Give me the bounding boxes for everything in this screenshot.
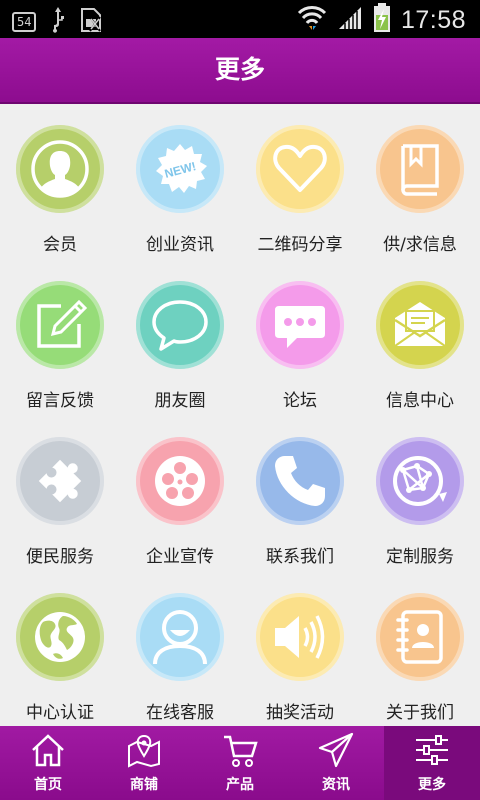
nav-item-more[interactable]: 更多 — [384, 726, 480, 800]
icon-circle — [256, 437, 344, 525]
grid-item-label: 企业宣传 — [146, 547, 214, 567]
grid-item-feedback[interactable]: 留言反馈 — [0, 260, 120, 416]
nav-label: 更多 — [418, 777, 446, 793]
nav-item-home[interactable]: 首页 — [0, 726, 96, 800]
grid-item-label: 关于我们 — [386, 703, 454, 723]
grid-item-info-center[interactable]: 信息中心 — [360, 260, 480, 416]
nav-item-products[interactable]: 产品 — [192, 726, 288, 800]
grid-item-label: 在线客服 — [146, 703, 214, 723]
notification-badge: 54 — [12, 12, 37, 32]
globe-network-icon — [393, 456, 447, 506]
grid-item-forum[interactable]: 论坛 — [240, 260, 360, 416]
grid-item-member[interactable]: 会员 — [0, 104, 120, 260]
icon-circle: NEW! — [136, 125, 224, 213]
status-bar: 54 17:58 — [0, 0, 480, 38]
icon-circle — [256, 281, 344, 369]
icon-circle — [376, 281, 464, 369]
app-header: 更多 — [0, 38, 480, 104]
grid-item-online-support[interactable]: 在线客服 — [120, 572, 240, 728]
icon-circle — [16, 593, 104, 681]
grid-item-label: 二维码分享 — [257, 235, 343, 255]
cart-icon — [224, 735, 258, 767]
phone-icon — [275, 456, 325, 506]
icon-circle — [376, 593, 464, 681]
usb-icon — [50, 7, 66, 37]
icon-circle — [16, 281, 104, 369]
grid-item-custom-service[interactable]: 定制服务 — [360, 416, 480, 572]
speaker-icon — [275, 615, 325, 659]
icon-circle — [256, 593, 344, 681]
sliders-icon — [416, 735, 448, 765]
envelope-icon — [394, 302, 446, 347]
chat-bubble-icon — [152, 300, 208, 351]
contacts-book-icon — [396, 610, 443, 664]
grid-item-certification[interactable]: 中心认证 — [0, 572, 120, 728]
grid-item-qr-share[interactable]: 二维码分享 — [240, 104, 360, 260]
sim-icon — [80, 7, 102, 37]
grid-item-label: 创业资讯 — [146, 235, 214, 255]
puzzle-icon — [38, 459, 82, 503]
grid-item-label: 中心认证 — [26, 703, 94, 723]
battery-charging-icon — [373, 3, 391, 37]
grid-item-contact-us[interactable]: 联系我们 — [240, 416, 360, 572]
edit-icon — [37, 299, 88, 348]
grid-item-about-us[interactable]: 关于我们 — [360, 572, 480, 728]
grid-item-label: 联系我们 — [266, 547, 334, 567]
clock: 17:58 — [400, 5, 466, 34]
nav-label: 产品 — [226, 777, 254, 793]
heart-icon — [273, 144, 327, 192]
grid-item-supply-demand[interactable]: 供/求信息 — [360, 104, 480, 260]
feature-grid: 会员 NEW! 创业资讯 二维码分享 供/求信息 留言反馈 朋友圈 论坛 信息中… — [0, 104, 480, 726]
signal-icon — [337, 5, 363, 35]
grid-item-label: 便民服务 — [26, 547, 94, 567]
nav-label: 资讯 — [322, 777, 350, 793]
grid-item-label: 抽奖活动 — [266, 703, 334, 723]
icon-circle — [136, 593, 224, 681]
grid-item-promotion[interactable]: 企业宣传 — [120, 416, 240, 572]
grid-item-label: 信息中心 — [386, 391, 454, 411]
new-badge-icon: NEW! — [156, 144, 207, 193]
icon-circle — [136, 281, 224, 369]
grid-item-label: 定制服务 — [386, 547, 454, 567]
grid-item-label: 会员 — [43, 235, 77, 255]
icon-circle — [136, 437, 224, 525]
icon-circle — [376, 125, 464, 213]
nav-item-shops[interactable]: 商铺 — [96, 726, 192, 800]
icon-circle — [376, 437, 464, 525]
nav-label: 首页 — [34, 777, 62, 793]
wifi-icon — [297, 4, 327, 36]
grid-item-label: 论坛 — [283, 391, 317, 411]
support-agent-icon — [153, 610, 207, 665]
icon-circle — [16, 125, 104, 213]
grid-item-moments[interactable]: 朋友圈 — [120, 260, 240, 416]
grid-item-label: 供/求信息 — [383, 235, 457, 255]
map-pin-icon — [128, 734, 160, 768]
globe-icon — [35, 612, 85, 662]
grid-item-lottery[interactable]: 抽奖活动 — [240, 572, 360, 728]
page-title: 更多 — [214, 55, 265, 84]
icon-circle — [16, 437, 104, 525]
send-icon — [318, 732, 354, 768]
nav-label: 商铺 — [130, 777, 158, 793]
film-reel-icon — [155, 456, 205, 506]
person-icon — [31, 140, 89, 198]
grid-item-label: 朋友圈 — [154, 391, 206, 411]
icon-circle — [256, 125, 344, 213]
bottom-navigation: 首页 商铺 产品 资讯 更多 — [0, 726, 480, 800]
grid-item-label: 留言反馈 — [26, 391, 94, 411]
grid-item-startup-news[interactable]: NEW! 创业资讯 — [120, 104, 240, 260]
nav-item-news[interactable]: 资讯 — [288, 726, 384, 800]
grid-item-convenience[interactable]: 便民服务 — [0, 416, 120, 572]
message-dots-icon — [275, 306, 325, 348]
home-icon — [32, 734, 64, 767]
book-icon — [401, 144, 439, 196]
